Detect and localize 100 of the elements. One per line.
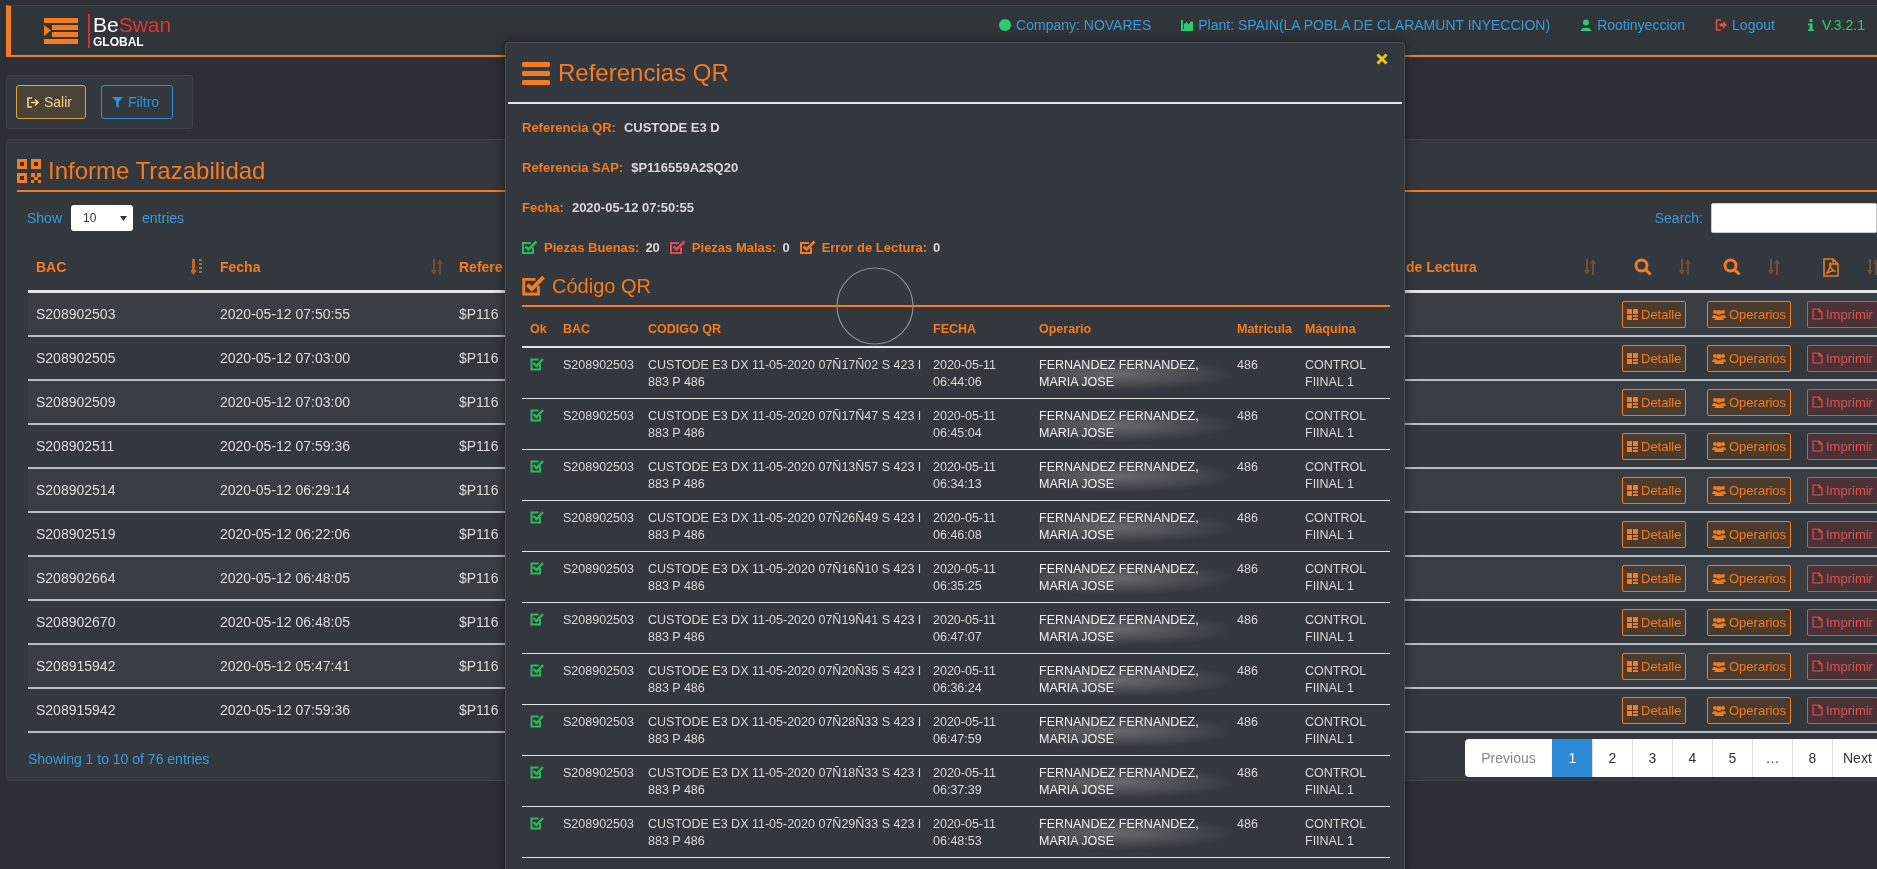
detail-button[interactable]: Detalle <box>1622 344 1687 372</box>
detail-button[interactable]: Detalle <box>1622 652 1687 680</box>
table-cell-text: 486 <box>1237 510 1259 527</box>
stat-value: 0 <box>933 239 941 255</box>
section-title: Código QR <box>552 274 651 298</box>
close-icon[interactable] <box>1376 53 1388 65</box>
page-button[interactable]: 2 <box>1592 739 1632 777</box>
detail-button[interactable]: Detalle <box>1622 564 1687 592</box>
operators-button[interactable]: Operarios <box>1707 608 1792 636</box>
page-button[interactable]: 8 <box>1792 739 1832 777</box>
grid-icon <box>1627 352 1638 364</box>
print-button[interactable]: Imprimir <box>1807 300 1877 328</box>
operators-button[interactable]: Operarios <box>1707 432 1792 460</box>
page-size-select[interactable]: 10 <box>71 205 134 231</box>
operators-button[interactable]: Operarios <box>1707 476 1792 504</box>
table-cell-text: CUSTODE E3 DX 11-05-2020 07Ñ16Ñ10 S 423 I 883 P 486 <box>648 561 923 595</box>
detail-button[interactable]: Detalle <box>1622 388 1687 416</box>
print-button[interactable]: Imprimir <box>1807 432 1877 460</box>
page-button[interactable]: 4 <box>1672 739 1712 777</box>
users-icon <box>1712 440 1726 452</box>
operators-button[interactable]: Operarios <box>1707 388 1792 416</box>
stat-value: 0 <box>782 239 790 255</box>
table-cell-text: S208902503 <box>563 510 635 527</box>
file-icon <box>1812 352 1823 364</box>
sort-icon[interactable] <box>1679 259 1691 275</box>
detail-button[interactable]: Detalle <box>1622 608 1687 636</box>
next-button[interactable]: Next <box>1832 739 1877 777</box>
filter-button[interactable]: Filtro <box>101 85 173 119</box>
nav-link[interactable]: V.3.2.1 <box>1804 16 1865 33</box>
users-icon <box>1712 704 1726 716</box>
users-icon <box>1712 616 1726 628</box>
print-button[interactable]: Imprimir <box>1807 476 1877 504</box>
operators-button[interactable]: Operarios <box>1707 696 1792 724</box>
table-cell-text: 486 <box>1237 663 1259 680</box>
page-button[interactable]: 1 <box>1552 739 1592 777</box>
sort-icon[interactable] <box>1768 259 1780 275</box>
stat-value: 20 <box>645 239 660 255</box>
sort-icon[interactable] <box>191 259 203 275</box>
operators-button[interactable]: Operarios <box>1707 520 1792 548</box>
table-cell-text: CUSTODE E3 DX 11-05-2020 07Ñ20Ñ35 S 423 I 883 P 486 <box>648 663 923 697</box>
table-cell-text: 486 <box>1237 612 1259 629</box>
print-button[interactable]: Imprimir <box>1807 652 1877 680</box>
table-cell-text: 2020-05-11 06:46:08 <box>933 510 997 544</box>
table-cell: 2020-05-12 06:29:14 <box>220 482 350 498</box>
table-cell: S208915942 <box>36 658 116 674</box>
stat-label: Piezas Buenas: <box>544 239 640 255</box>
print-button[interactable]: Imprimir <box>1807 388 1877 416</box>
operators-button[interactable]: Operarios <box>1707 652 1792 680</box>
print-button[interactable]: Imprimir <box>1807 564 1877 592</box>
search-icon <box>1723 258 1741 276</box>
stat-label: Error de Lectura: <box>821 239 928 255</box>
operators-button[interactable]: Operarios <box>1707 564 1792 592</box>
detail-button[interactable]: Detalle <box>1622 696 1687 724</box>
exit-button[interactable]: Salir <box>16 85 86 119</box>
table-cell-text: CUSTODE E3 DX 11-05-2020 07Ñ17Ñ02 S 423 I 883 P 486 <box>648 357 923 391</box>
menu-icon <box>522 60 550 85</box>
column-header[interactable]: de Lectura <box>1406 259 1477 275</box>
stat-label: Piezas Malas: <box>691 239 777 255</box>
column-header: Ok <box>529 321 548 338</box>
detail-button[interactable]: Detalle <box>1622 432 1687 460</box>
table-cell-text: CONTROL FIINAL 1 <box>1305 408 1367 442</box>
print-button[interactable]: Imprimir <box>1807 696 1877 724</box>
column-header[interactable]: Refere <box>459 259 503 275</box>
table-cell: 2020-05-12 07:03:00 <box>220 394 350 410</box>
detail-button[interactable]: Detalle <box>1622 300 1687 328</box>
print-button[interactable]: Imprimir <box>1807 608 1877 636</box>
table-cell-text: CUSTODE E3 DX 11-05-2020 07Ñ13Ñ57 S 423 I 883 P 486 <box>648 459 923 493</box>
print-button[interactable]: Imprimir <box>1807 520 1877 548</box>
operators-button[interactable]: Operarios <box>1707 344 1792 372</box>
table-cell: S208902505 <box>36 350 116 366</box>
nav-link[interactable]: Plant: SPAIN(LA POBLA DE CLARAMUNT INYECCION) <box>1181 16 1551 33</box>
page-button[interactable]: … <box>1752 739 1792 777</box>
nav-link[interactable]: Logout <box>1715 16 1775 33</box>
column-header[interactable]: Fecha <box>220 259 261 275</box>
page-button[interactable]: 3 <box>1632 739 1672 777</box>
grid-icon <box>1627 660 1638 672</box>
table-cell-text: 2020-05-11 06:44:06 <box>933 357 997 391</box>
table-cell-text: 2020-05-11 06:36:24 <box>933 663 997 697</box>
entries-label: entries <box>142 210 185 226</box>
sort-icon[interactable] <box>1584 259 1596 275</box>
operators-button[interactable]: Operarios <box>1707 300 1792 328</box>
search-field[interactable] <box>1711 203 1877 233</box>
table-cell-text: CONTROL FIINAL 1 <box>1305 510 1367 544</box>
pdf-icon <box>1823 257 1839 277</box>
table-cell-text: 486 <box>1237 714 1259 731</box>
nav-link[interactable]: Company: NOVARES <box>999 16 1152 33</box>
sort-icon[interactable] <box>431 259 443 275</box>
print-button[interactable]: Imprimir <box>1807 344 1877 372</box>
detail-button[interactable]: Detalle <box>1622 520 1687 548</box>
table-cell: S208902511 <box>36 438 115 454</box>
column-header[interactable]: BAC <box>36 259 67 275</box>
detail-button[interactable]: Detalle <box>1622 476 1687 504</box>
grid-icon <box>1627 396 1638 408</box>
table-cell-text: 2020-05-11 06:35:25 <box>933 561 997 595</box>
table-cell: 2020-05-12 07:59:36 <box>220 702 350 718</box>
column-header: BAC <box>563 321 592 338</box>
sort-icon[interactable] <box>1867 259 1877 275</box>
nav-link[interactable]: Rootinyeccion <box>1580 16 1686 33</box>
table-cell: $P116 <box>459 614 499 630</box>
page-button[interactable]: 5 <box>1712 739 1752 777</box>
